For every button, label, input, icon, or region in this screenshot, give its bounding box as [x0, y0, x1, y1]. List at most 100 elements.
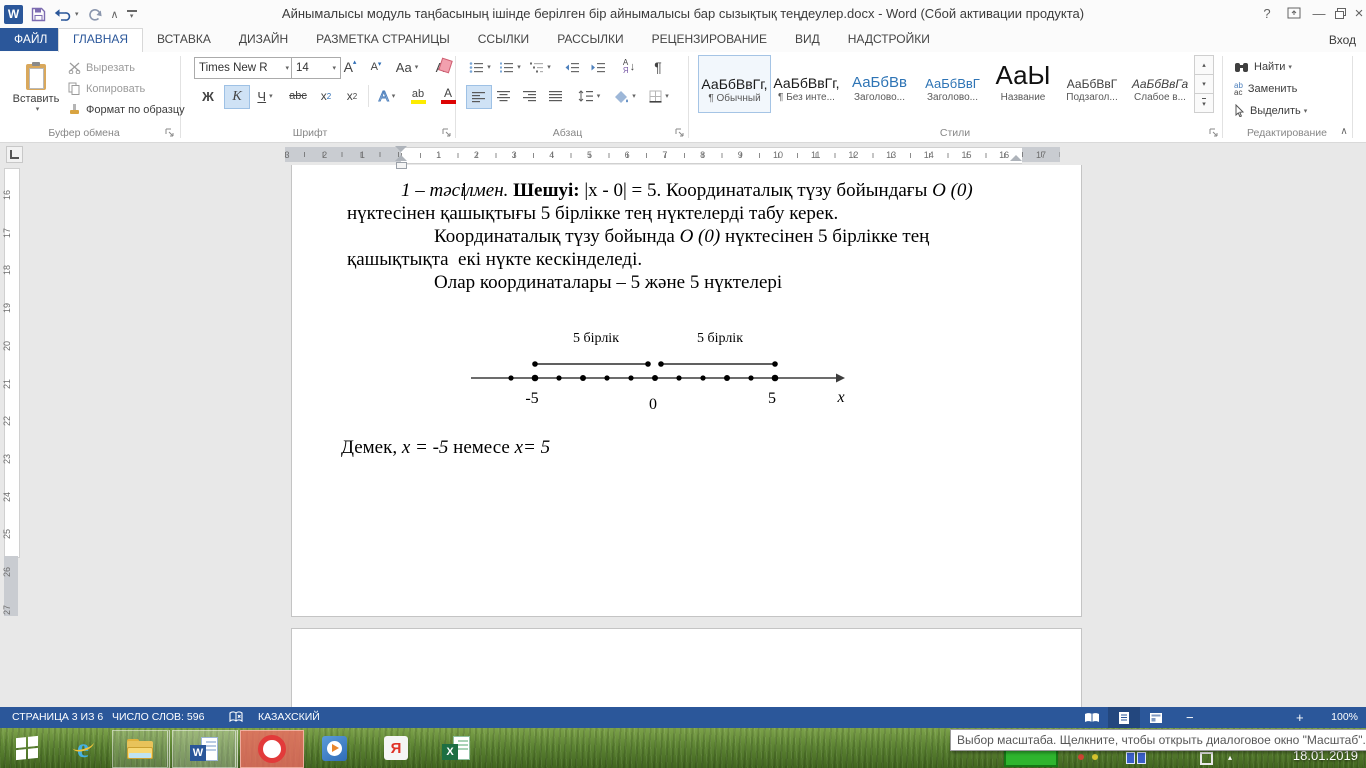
align-center-button[interactable]	[492, 85, 516, 107]
taskbar-file-explorer[interactable]	[112, 730, 170, 768]
shrink-font-button[interactable]: А ▾	[364, 56, 388, 78]
multilevel-list-button[interactable]: ▾	[526, 56, 554, 78]
taskbar-word[interactable]: W	[172, 730, 238, 768]
tab-вставка[interactable]: ВСТАВКА	[143, 28, 225, 51]
zoom-level[interactable]: 100%	[1322, 707, 1358, 728]
zoom-in-button[interactable]: +	[1296, 707, 1304, 728]
paragraph-dialog-launcher-icon[interactable]	[674, 127, 686, 139]
numbering-button[interactable]: ▾	[496, 56, 524, 78]
align-left-button[interactable]	[466, 85, 492, 109]
styles-more-icon[interactable]: ▾	[1194, 93, 1214, 113]
tray-icon-keyboard[interactable]	[1126, 752, 1135, 764]
left-indent-marker[interactable]	[396, 162, 407, 169]
copy-button[interactable]: Копировать	[68, 80, 145, 97]
select-button[interactable]: Выделить ▾	[1234, 102, 1307, 119]
styles-dialog-launcher-icon[interactable]	[1208, 127, 1220, 139]
help-icon[interactable]: ?	[1256, 0, 1278, 26]
show-marks-button[interactable]: ¶	[646, 56, 670, 78]
italic-button[interactable]: К	[224, 85, 250, 109]
style-chip[interactable]: АаБбВвГ Заголово...	[917, 55, 988, 111]
style-chip[interactable]: АаБбВвГ Подзагол...	[1058, 55, 1126, 111]
styles-scroll-down-icon[interactable]: ▾	[1194, 74, 1214, 94]
undo-dropdown[interactable]: ▾	[75, 10, 79, 18]
taskbar-internet-explorer[interactable]: e	[60, 730, 106, 766]
underline-button[interactable]: Ч ▾	[250, 85, 280, 107]
cut-button[interactable]: Вырезать	[68, 59, 135, 76]
ruler-left-margin[interactable]	[285, 147, 401, 162]
tab-разметка страницы[interactable]: РАЗМЕТКА СТРАНИЦЫ	[302, 28, 464, 51]
tab-рецензирование[interactable]: РЕЦЕНЗИРОВАНИЕ	[638, 28, 781, 51]
language-indicator[interactable]: КАЗАХСКИЙ	[258, 707, 320, 728]
style-chip[interactable]: АаЫ Название	[990, 55, 1056, 111]
bullets-button[interactable]: ▾	[466, 56, 494, 78]
collapse-ribbon-icon[interactable]: ∧	[1336, 124, 1352, 138]
font-color-button[interactable]: А	[434, 85, 462, 107]
style-chip[interactable]: АаБбВв Заголово...	[844, 55, 915, 111]
sort-button[interactable]: АЯ ↓	[616, 56, 642, 78]
tray-icon-box[interactable]	[1200, 752, 1213, 765]
tab-файл[interactable]: ФАЙЛ	[0, 28, 58, 51]
start-button[interactable]	[4, 730, 50, 766]
tray-icon-yellow[interactable]	[1092, 754, 1098, 760]
tray-icon-red[interactable]	[1078, 754, 1084, 760]
decrease-indent-button[interactable]	[560, 56, 584, 78]
touch-mode-icon[interactable]: ∧	[111, 2, 119, 26]
font-family-select[interactable]: Times New R ▾	[194, 57, 294, 79]
line-spacing-button[interactable]: ▾	[574, 85, 604, 107]
clipboard-dialog-launcher-icon[interactable]	[164, 127, 176, 139]
save-icon[interactable]	[31, 2, 46, 26]
text-effects-button[interactable]: А ▾	[374, 85, 400, 107]
highlight-color-button[interactable]: ab	[404, 85, 432, 107]
tab-главная[interactable]: ГЛАВНАЯ	[58, 28, 144, 52]
increase-indent-button[interactable]	[586, 56, 610, 78]
tray-show-hidden-icon[interactable]: ▴	[1228, 753, 1232, 762]
tray-green-indicator[interactable]	[1004, 749, 1058, 767]
hanging-indent-marker[interactable]	[395, 155, 407, 161]
taskbar-yandex[interactable]: Я	[372, 730, 420, 766]
strikethrough-button[interactable]: abc	[284, 85, 312, 107]
undo-icon[interactable]: ▾	[54, 2, 79, 26]
tab-дизайн[interactable]: ДИЗАЙН	[225, 28, 302, 51]
borders-button[interactable]: ▾	[644, 85, 674, 107]
redo-icon[interactable]	[87, 2, 103, 26]
read-mode-icon[interactable]	[1076, 707, 1108, 728]
font-size-select[interactable]: 14 ▾	[291, 57, 341, 79]
clear-formatting-button[interactable]: А	[428, 56, 453, 78]
tab-надстройки[interactable]: НАДСТРОЙКИ	[834, 28, 944, 51]
find-button[interactable]: Найти ▾	[1234, 58, 1292, 75]
minimize-icon[interactable]: —	[1308, 0, 1330, 26]
grow-font-button[interactable]: А ▴	[338, 56, 362, 78]
word-app-icon[interactable]: W	[4, 2, 23, 26]
tab-ссылки[interactable]: ССЫЛКИ	[464, 28, 543, 51]
styles-scroll-up-icon[interactable]: ▴	[1194, 55, 1214, 75]
justify-button[interactable]	[544, 85, 568, 107]
bold-button[interactable]: Ж	[196, 85, 220, 107]
zoom-out-button[interactable]: −	[1186, 707, 1194, 728]
tab-selector[interactable]	[6, 146, 23, 163]
print-layout-icon[interactable]	[1108, 707, 1140, 728]
paste-button[interactable]: Вставить ▾	[8, 56, 64, 120]
page-indicator[interactable]: СТРАНИЦА 3 ИЗ 6	[12, 707, 103, 728]
align-right-button[interactable]	[518, 85, 542, 107]
superscript-button[interactable]: x2	[340, 85, 364, 107]
taskbar-media-player[interactable]	[310, 730, 358, 766]
proofing-status-icon[interactable]	[228, 710, 244, 731]
sign-in-link[interactable]: Вход	[1329, 28, 1356, 52]
subscript-button[interactable]: x2	[314, 85, 338, 107]
style-chip[interactable]: АаБбВвГг, ¶ Без инте...	[771, 55, 842, 111]
word-count[interactable]: ЧИСЛО СЛОВ: 596	[112, 707, 204, 728]
ribbon-display-options-icon[interactable]	[1283, 0, 1305, 26]
taskbar-excel[interactable]: X	[432, 730, 480, 766]
replace-button[interactable]: ab ac Заменить	[1234, 80, 1297, 97]
first-line-indent-marker[interactable]	[395, 146, 407, 152]
customize-qat-icon[interactable]: ▾	[126, 2, 137, 26]
web-layout-icon[interactable]	[1140, 707, 1172, 728]
style-chip[interactable]: АаБбВвГа Слабое в...	[1128, 55, 1192, 111]
change-case-button[interactable]: Аа ▾	[392, 56, 422, 78]
font-dialog-launcher-icon[interactable]	[441, 127, 453, 139]
tray-icon-keyboard2[interactable]	[1137, 752, 1146, 764]
tab-вид[interactable]: ВИД	[781, 28, 834, 51]
style-chip[interactable]: АаБбВвГг, ¶ Обычный	[698, 55, 771, 113]
format-painter-button[interactable]: Формат по образцу	[68, 101, 185, 118]
page-4[interactable]	[291, 628, 1082, 708]
